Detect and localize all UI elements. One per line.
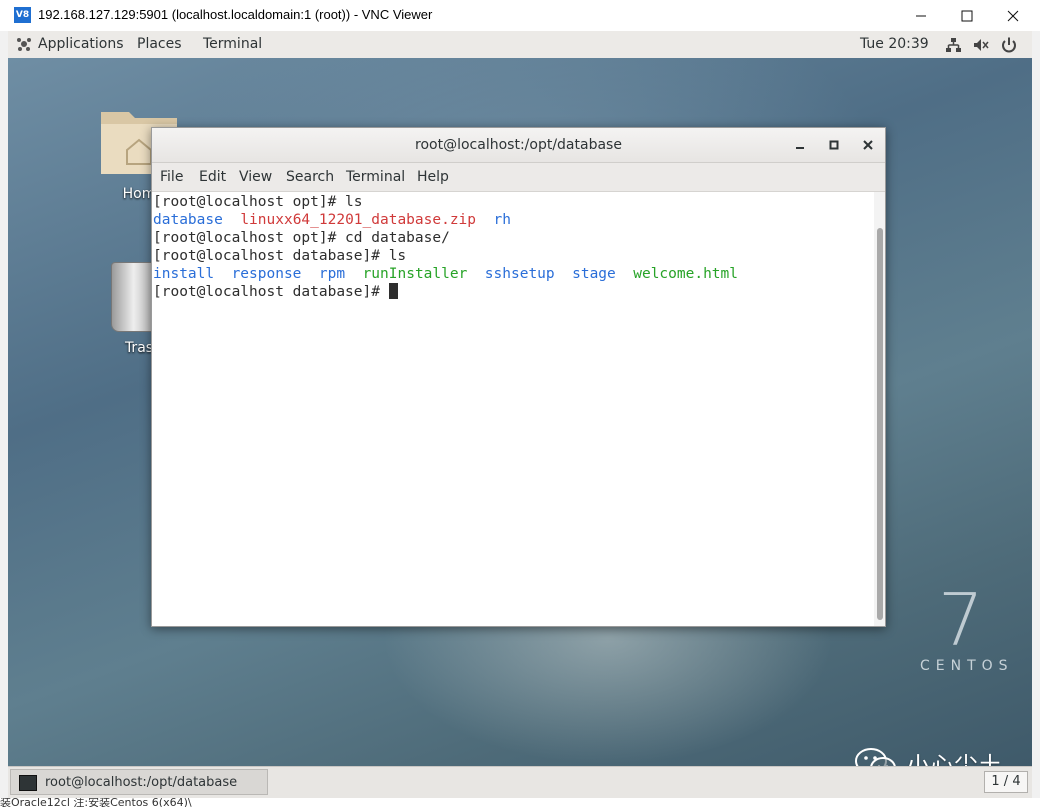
terminal-line: [root@localhost database]# ls <box>153 248 407 264</box>
vnc-logo-icon: V8 <box>14 7 31 23</box>
vnc-window-title: 192.168.127.129:5901 (localhost.localdom… <box>38 7 433 22</box>
maximize-icon <box>961 10 973 21</box>
close-icon <box>863 140 873 150</box>
power-icon[interactable] <box>1000 36 1018 54</box>
workspace-pager[interactable]: 1 / 4 <box>984 771 1028 793</box>
centos-logo-number: 7 <box>938 578 984 662</box>
dir-entry: database <box>153 212 223 228</box>
minimize-icon <box>916 15 926 16</box>
exec-entry: welcome.html <box>633 266 738 282</box>
terminal-cursor <box>388 283 398 299</box>
maximize-icon <box>829 140 839 150</box>
dir-entry: install <box>153 266 215 282</box>
close-icon <box>1007 10 1019 21</box>
clock[interactable]: Tue 20:39 <box>860 36 929 52</box>
taskbar-item-terminal[interactable]: root@localhost:/opt/database <box>10 769 268 795</box>
gnome-topbar: Applications Places Terminal Tue 20:39 <box>8 31 1032 59</box>
terminal-titlebar[interactable]: root@localhost:/opt/database <box>152 128 885 163</box>
terminal-line: database linuxx64_12201_database.zip rh <box>153 211 511 229</box>
terminal-close-button[interactable] <box>858 135 878 155</box>
applications-icon <box>17 38 31 51</box>
close-button[interactable] <box>990 0 1036 31</box>
applications-menu[interactable]: Applications <box>38 36 124 52</box>
wechat-icon <box>855 747 896 766</box>
watermark-text: 小心尘土 <box>906 752 1002 766</box>
archive-entry: linuxx64_12201_database.zip <box>240 212 477 228</box>
menu-search[interactable]: Search <box>286 169 334 185</box>
menu-view[interactable]: View <box>239 169 272 185</box>
terminal-scrollbar[interactable] <box>874 192 885 626</box>
menu-help[interactable]: Help <box>417 169 449 185</box>
dir-entry: rh <box>493 212 511 228</box>
terminal-line: [root@localhost opt]# cd database/ <box>153 230 450 246</box>
terminal-output[interactable]: [root@localhost opt]# ls database linuxx… <box>152 192 874 626</box>
background-window-strip-right <box>1032 31 1040 807</box>
terminal-icon <box>19 775 37 791</box>
minimize-icon <box>796 147 804 149</box>
terminal-scrollbar-thumb[interactable] <box>877 228 883 620</box>
menu-edit[interactable]: Edit <box>199 169 226 185</box>
background-text: 装Oracle12cl 注:安装Centos 6(x64)\ <box>0 798 192 807</box>
terminal-menubar: File Edit View Search Terminal Help <box>152 163 885 192</box>
terminal-title: root@localhost:/opt/database <box>415 137 622 153</box>
places-menu[interactable]: Places <box>137 36 182 52</box>
taskbar-item-label: root@localhost:/opt/database <box>45 775 238 790</box>
terminal-app-menu[interactable]: Terminal <box>203 36 262 52</box>
menu-terminal[interactable]: Terminal <box>346 169 405 185</box>
menu-file[interactable]: File <box>160 169 183 185</box>
vnc-titlebar: V8 192.168.127.129:5901 (localhost.local… <box>0 0 1040 32</box>
terminal-prompt-line[interactable]: [root@localhost database]# <box>153 283 398 301</box>
terminal-maximize-button[interactable] <box>824 135 844 155</box>
bottom-taskbar: root@localhost:/opt/database 1 / 4 <box>8 766 1032 799</box>
dir-entry: sshsetup <box>484 266 555 282</box>
terminal-line: install response rpm runInstaller sshset… <box>153 265 738 283</box>
exec-entry: runInstaller <box>362 266 468 282</box>
maximize-button[interactable] <box>944 0 990 31</box>
background-window-strip <box>0 31 8 807</box>
dir-entry: rpm <box>318 266 346 282</box>
network-icon[interactable] <box>944 36 962 54</box>
background-window-strip-bottom: 装Oracle12cl 注:安装Centos 6(x64)\ <box>0 798 1040 807</box>
centos-logo-word: CENTOS <box>920 658 1014 674</box>
terminal-line: [root@localhost opt]# ls <box>153 194 363 210</box>
wechat-watermark: 小心尘土 <box>854 746 1002 766</box>
minimize-button[interactable] <box>898 0 944 31</box>
terminal-prompt: [root@localhost database]# <box>153 284 389 300</box>
dir-entry: stage <box>572 266 616 282</box>
dir-entry: response <box>231 266 302 282</box>
terminal-minimize-button[interactable] <box>790 135 810 155</box>
volume-muted-icon[interactable] <box>972 36 990 54</box>
terminal-window[interactable]: root@localhost:/opt/database File Edit V… <box>151 127 886 627</box>
